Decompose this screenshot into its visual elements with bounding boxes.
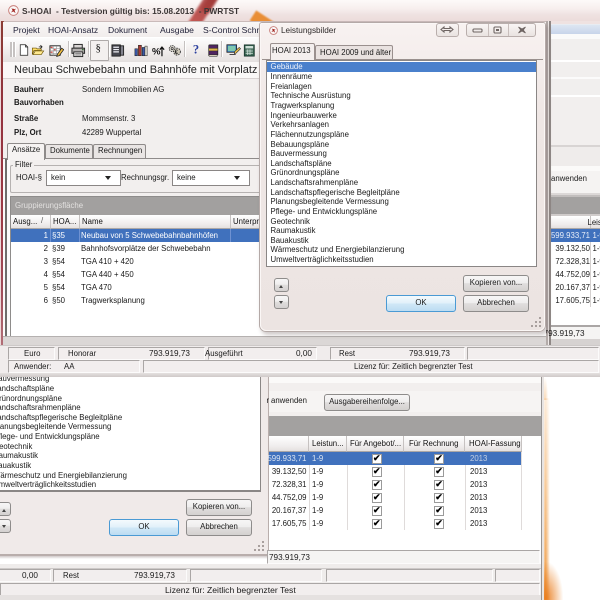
svg-text:%: % bbox=[152, 46, 161, 57]
svg-text:?: ? bbox=[193, 43, 199, 57]
svg-text:€: € bbox=[175, 49, 179, 56]
